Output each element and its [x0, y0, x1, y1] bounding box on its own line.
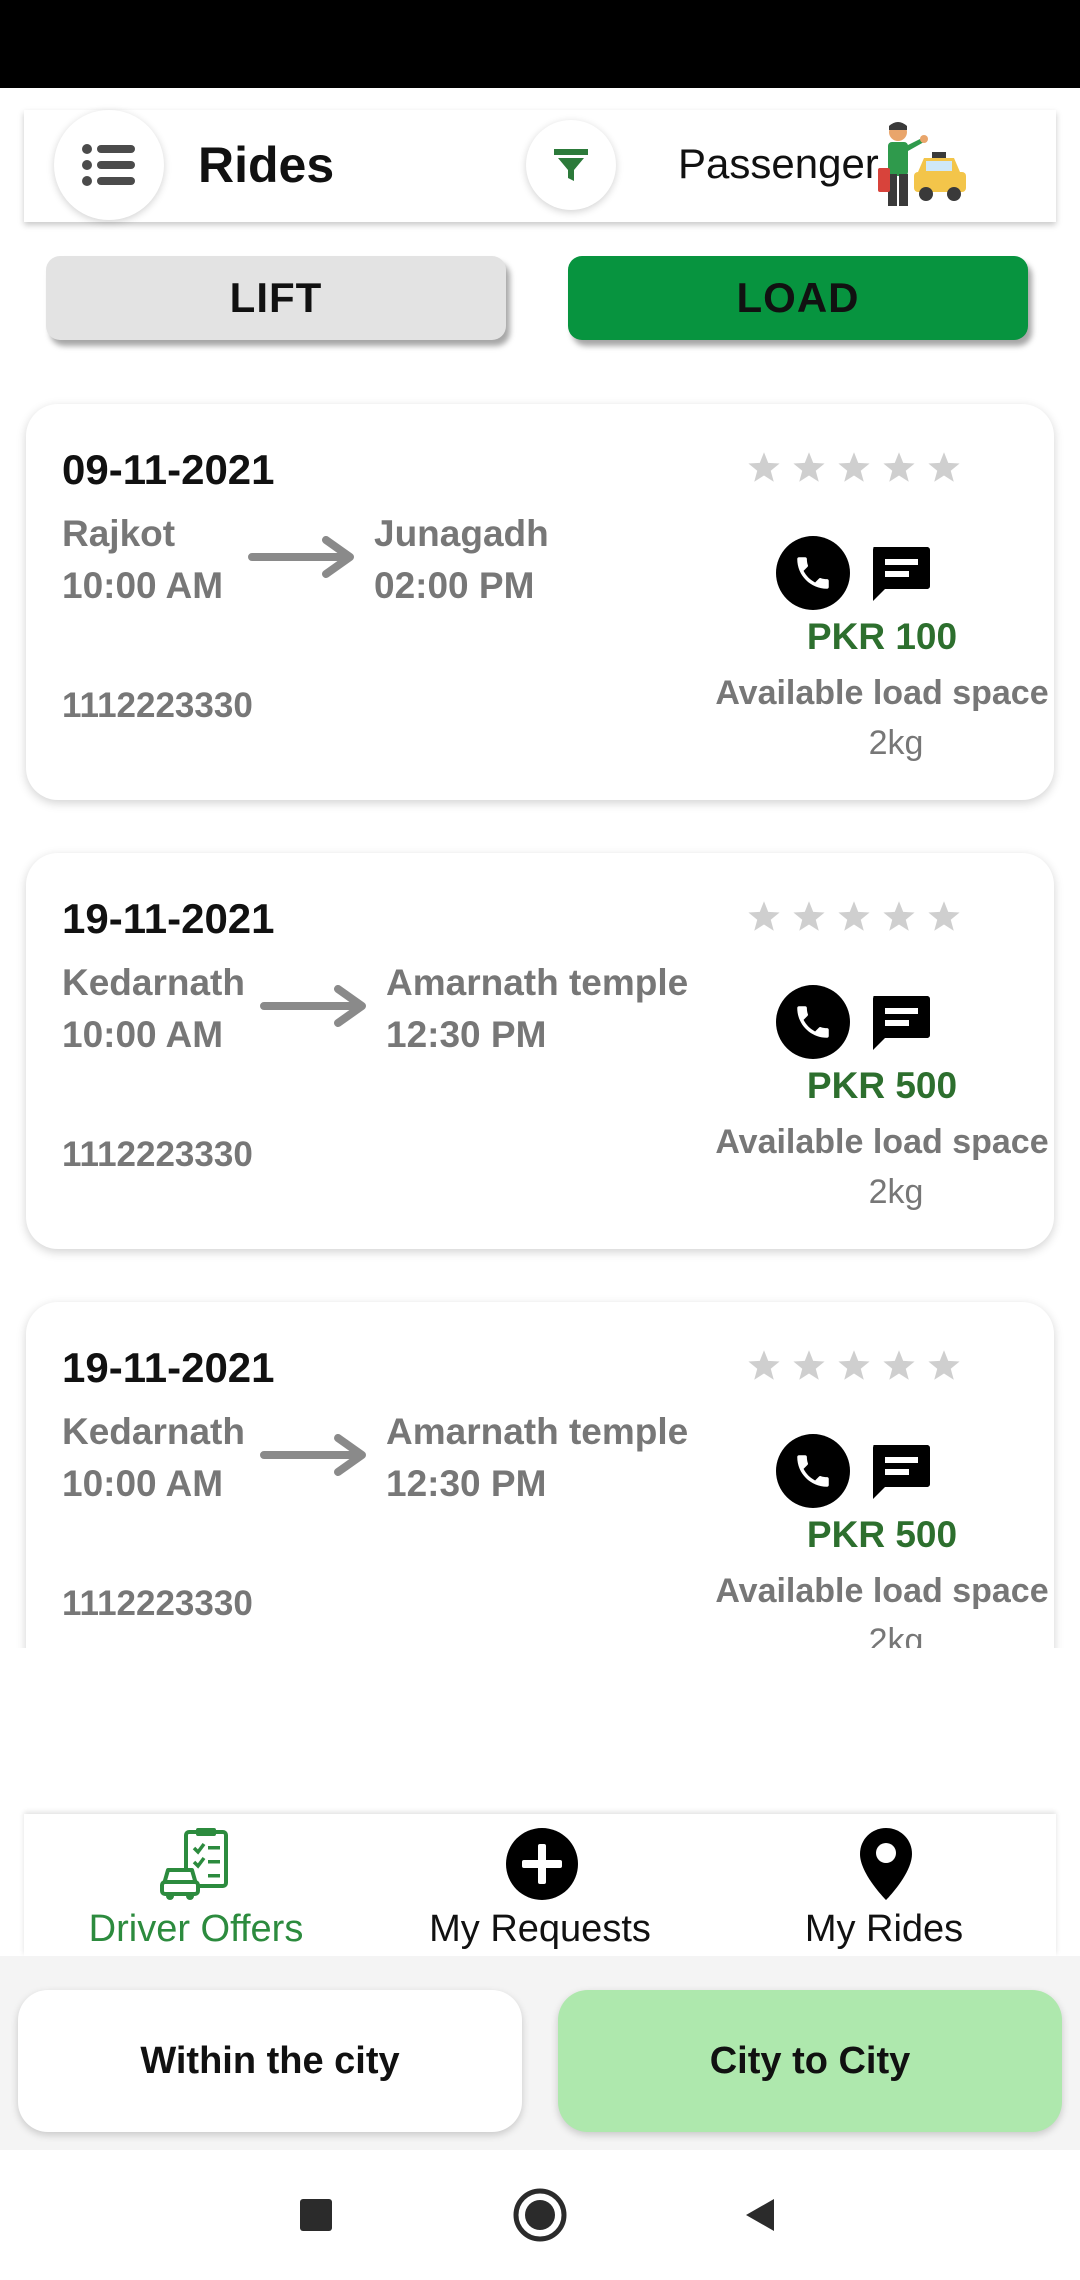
ride-destination: Amarnath temple 12:30 PM — [386, 957, 688, 1061]
star-icon — [883, 452, 915, 482]
origin-city: Kedarnath — [62, 1411, 245, 1452]
list-menu-icon — [82, 144, 135, 186]
phone-icon — [797, 1455, 829, 1487]
plus-circle-icon — [506, 1828, 578, 1900]
driver-phone: 1112223330 — [62, 1584, 253, 1623]
nav-my-rides[interactable]: My Rides — [712, 1814, 1056, 1956]
passenger-hailing-car-icon[interactable] — [874, 118, 970, 214]
star-icon — [748, 452, 780, 482]
message-button[interactable] — [864, 538, 936, 610]
origin-city: Kedarnath — [62, 962, 245, 1003]
rating-stars — [746, 899, 962, 941]
home-button[interactable] — [510, 2185, 570, 2245]
load-space-label: Available load space — [715, 674, 1049, 712]
destination-time: 02:00 PM — [374, 565, 535, 606]
phone-icon — [797, 1006, 829, 1038]
star-icon — [793, 901, 825, 931]
ride-date: 09-11-2021 — [62, 446, 275, 493]
phone-icon — [797, 557, 829, 589]
status-bar — [0, 0, 1080, 88]
star-icon — [838, 452, 870, 482]
nav-label: Driver Offers — [88, 1908, 304, 1950]
origin-time: 10:00 AM — [62, 565, 224, 606]
map-pin-icon — [860, 1828, 912, 1900]
star-icon — [928, 1350, 960, 1380]
scope-selector: Within the city City to City — [0, 1956, 1080, 2150]
app-bar: Rides Passenger — [24, 110, 1056, 222]
star-icon — [928, 452, 960, 482]
nav-label: My Rides — [804, 1908, 964, 1950]
recents-button[interactable] — [286, 2185, 346, 2245]
square-recents-icon — [300, 2199, 332, 2231]
arrow-right-icon — [260, 1434, 366, 1476]
load-space-value: 2kg — [868, 1173, 924, 1211]
star-icon — [793, 1350, 825, 1380]
page-title: Rides — [198, 137, 335, 193]
star-icon — [928, 901, 960, 931]
driver-phone: 1112223330 — [62, 1135, 253, 1174]
destination-city: Amarnath temple — [386, 962, 689, 1003]
filter-button[interactable] — [526, 120, 616, 210]
destination-city: Junagadh — [374, 513, 549, 554]
system-nav-bar — [0, 2150, 1080, 2280]
load-space-value: 2kg — [868, 724, 924, 762]
star-icon — [793, 452, 825, 482]
circle-home-icon — [513, 2188, 567, 2242]
menu-button[interactable] — [54, 110, 164, 220]
tab-load[interactable]: LOAD — [568, 256, 1028, 340]
bottom-nav: Driver Offers My Requests My Rides — [24, 1814, 1056, 1956]
arrow-right-icon — [248, 536, 354, 578]
message-button[interactable] — [864, 1436, 936, 1508]
ride-price: PKR 500 — [806, 1065, 958, 1106]
triangle-back-icon — [746, 2199, 774, 2231]
star-icon — [883, 1350, 915, 1380]
ride-price: PKR 500 — [806, 1514, 958, 1555]
load-space-label: Available load space — [715, 1123, 1049, 1161]
rating-stars — [746, 450, 962, 492]
star-icon — [748, 1350, 780, 1380]
nav-label: My Requests — [429, 1908, 651, 1950]
origin-city: Rajkot — [62, 513, 176, 554]
rides-list[interactable]: 09-11-2021 Rajkot 10:00 AM Junagadh 02:0… — [0, 392, 1080, 1648]
call-button[interactable] — [776, 1434, 850, 1508]
mode-label[interactable]: Passenger — [678, 140, 879, 188]
ride-card[interactable]: 09-11-2021 Rajkot 10:00 AM Junagadh 02:0… — [26, 404, 1054, 800]
message-button[interactable] — [864, 987, 936, 1059]
arrow-right-icon — [260, 985, 366, 1027]
star-icon — [883, 901, 915, 931]
ride-destination: Junagadh 02:00 PM — [374, 508, 549, 612]
load-space-value: 2kg — [868, 1622, 924, 1648]
origin-time: 10:00 AM — [62, 1463, 224, 1504]
tab-lift[interactable]: LIFT — [46, 256, 506, 340]
destination-city: Amarnath temple — [386, 1411, 689, 1452]
call-button[interactable] — [776, 536, 850, 610]
star-icon — [838, 1350, 870, 1380]
funnel-filter-icon — [554, 149, 588, 181]
city-to-city-button[interactable]: City to City — [558, 1990, 1062, 2132]
ride-date: 19-11-2021 — [62, 895, 275, 942]
star-icon — [838, 901, 870, 931]
nav-my-requests[interactable]: My Requests — [368, 1814, 712, 1956]
ride-card[interactable]: 19-11-2021 Kedarnath 10:00 AM Amarnath t… — [26, 853, 1054, 1249]
origin-time: 10:00 AM — [62, 1014, 224, 1055]
back-button[interactable] — [730, 2185, 790, 2245]
driver-phone: 1112223330 — [62, 686, 253, 725]
ride-card[interactable]: 19-11-2021 Kedarnath 10:00 AM Amarnath t… — [26, 1302, 1054, 1648]
rating-stars — [746, 1348, 962, 1390]
ride-destination: Amarnath temple 12:30 PM — [386, 1406, 688, 1510]
destination-time: 12:30 PM — [386, 1014, 547, 1055]
star-icon — [748, 901, 780, 931]
nav-driver-offers[interactable]: Driver Offers — [24, 1814, 368, 1956]
load-space-label: Available load space — [715, 1572, 1049, 1610]
ride-date: 19-11-2021 — [62, 1344, 275, 1391]
ride-origin: Rajkot 10:00 AM — [62, 508, 223, 612]
ride-origin: Kedarnath 10:00 AM — [62, 1406, 245, 1510]
ride-origin: Kedarnath 10:00 AM — [62, 957, 245, 1061]
destination-time: 12:30 PM — [386, 1463, 547, 1504]
call-button[interactable] — [776, 985, 850, 1059]
driver-offers-icon — [160, 1828, 228, 1900]
ride-price: PKR 100 — [806, 616, 958, 657]
within-city-button[interactable]: Within the city — [18, 1990, 522, 2132]
